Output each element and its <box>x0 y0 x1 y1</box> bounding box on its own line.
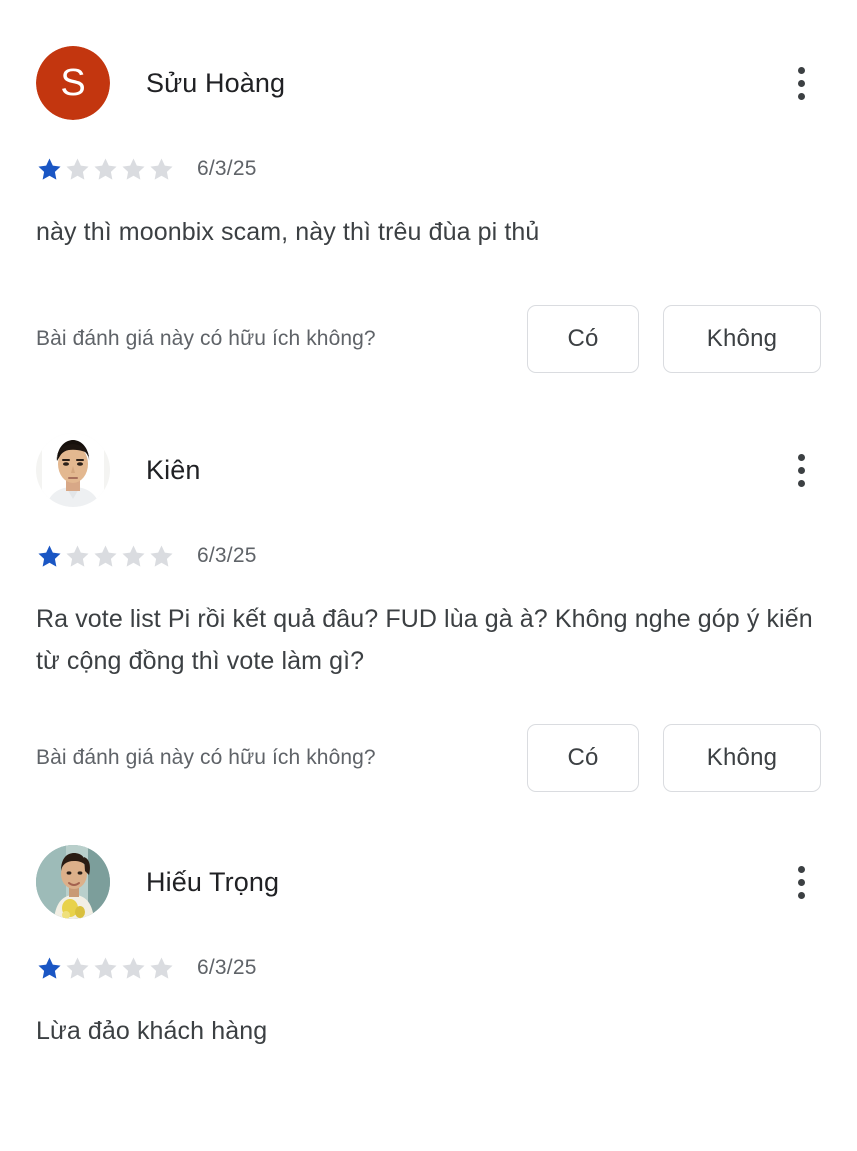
helpful-no-button[interactable]: Không <box>663 724 821 792</box>
review-date: 6/3/25 <box>197 157 257 180</box>
helpful-buttons: Có Không <box>527 724 821 792</box>
review-body-text: này thì moonbix scam, này thì trêu đùa p… <box>36 218 540 246</box>
review-item: S Sửu Hoàng 6/3/25 này thì moonbix scam,… <box>36 0 821 373</box>
avatar-initial: S <box>36 46 110 120</box>
helpful-no-button[interactable]: Không <box>663 305 821 373</box>
menu-dot <box>797 92 805 100</box>
star-empty-icon <box>122 956 145 979</box>
star-empty-icon <box>94 544 117 567</box>
menu-dot <box>797 466 805 474</box>
menu-dot <box>797 79 805 87</box>
avatar[interactable]: S <box>36 46 110 120</box>
star-empty-icon <box>150 157 173 180</box>
rating-row: 6/3/25 <box>36 950 821 986</box>
review-author-name: Sửu Hoàng <box>146 67 286 98</box>
star-filled-icon <box>38 157 61 180</box>
menu-dot <box>797 865 805 873</box>
helpful-yes-button[interactable]: Có <box>527 305 639 373</box>
star-empty-icon <box>122 544 145 567</box>
star-rating <box>36 156 175 183</box>
star-empty-icon <box>66 157 89 180</box>
star-rating <box>36 543 175 570</box>
menu-dot <box>797 479 805 487</box>
star-rating <box>36 955 175 982</box>
reviews-list: S Sửu Hoàng 6/3/25 này thì moonbix scam,… <box>0 0 857 1151</box>
star-empty-icon <box>150 544 173 567</box>
menu-dot <box>797 66 805 74</box>
review-header: Kiên <box>36 424 821 516</box>
helpful-question-label: Bài đánh giá này có hữu ích không? <box>36 327 376 350</box>
review-date: 6/3/25 <box>197 956 257 979</box>
star-empty-icon <box>94 157 117 180</box>
review-header: Hiếu Trọng <box>36 836 821 928</box>
overflow-menu-icon[interactable] <box>781 859 821 905</box>
review-author-name: Hiếu Trọng <box>146 866 280 897</box>
star-empty-icon <box>66 956 89 979</box>
helpful-question-label: Bài đánh giá này có hữu ích không? <box>36 746 376 769</box>
overflow-menu-icon[interactable] <box>781 447 821 493</box>
review-body-text: Lừa đảo khách hàng <box>36 1017 268 1045</box>
menu-dot <box>797 891 805 899</box>
helpful-row: Bài đánh giá này có hữu ích không? Có Kh… <box>36 305 821 373</box>
review-header: S Sửu Hoàng <box>36 37 821 129</box>
star-empty-icon <box>66 544 89 567</box>
review-item: Hiếu Trọng 6/3/25 Lừa đảo khách hàng <box>36 792 821 1052</box>
avatar-photo-man <box>36 433 110 507</box>
overflow-menu-icon[interactable] <box>781 60 821 106</box>
review-body-text: Ra vote list Pi rồi kết quả đâu? FUD lùa… <box>36 605 813 675</box>
review-author-name: Kiên <box>146 454 201 485</box>
rating-row: 6/3/25 <box>36 151 821 187</box>
star-empty-icon <box>150 956 173 979</box>
star-empty-icon <box>94 956 117 979</box>
avatar[interactable] <box>36 845 110 919</box>
menu-dot <box>797 878 805 886</box>
star-empty-icon <box>122 157 145 180</box>
helpful-yes-button[interactable]: Có <box>527 724 639 792</box>
helpful-row: Bài đánh giá này có hữu ích không? Có Kh… <box>36 724 821 792</box>
star-filled-icon <box>38 544 61 567</box>
helpful-buttons: Có Không <box>527 305 821 373</box>
menu-dot <box>797 453 805 461</box>
review-item: Kiên 6/3/25 Ra vote list Pi rồi kết quả … <box>36 373 821 792</box>
rating-row: 6/3/25 <box>36 538 821 574</box>
star-filled-icon <box>38 956 61 979</box>
avatar-photo-child <box>36 845 110 919</box>
review-date: 6/3/25 <box>197 544 257 567</box>
avatar[interactable] <box>36 433 110 507</box>
